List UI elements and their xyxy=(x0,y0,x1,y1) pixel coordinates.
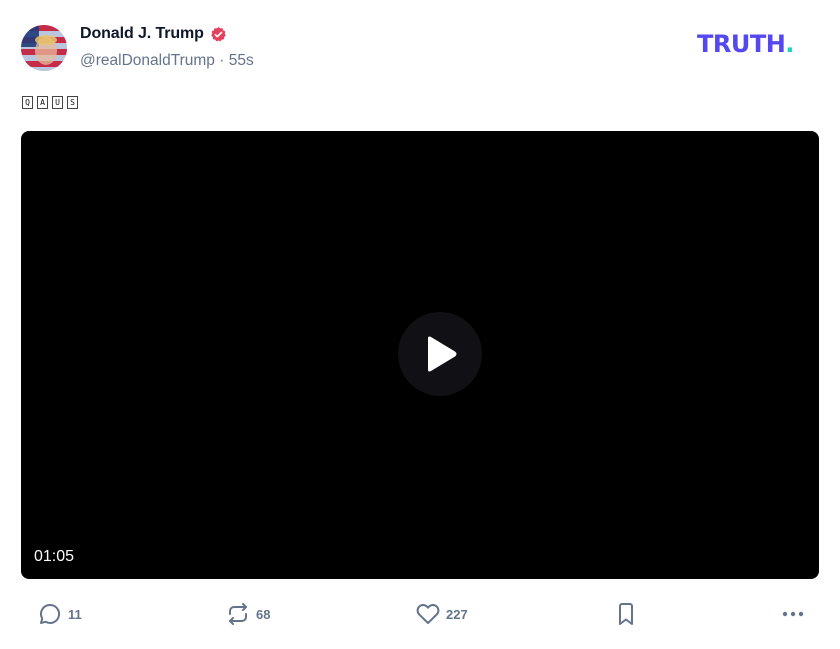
heart-icon xyxy=(416,604,440,624)
repost-icon xyxy=(229,603,247,625)
play-icon xyxy=(428,336,457,372)
more-options-button[interactable] xyxy=(781,601,805,627)
repost-button[interactable]: 68 xyxy=(226,601,270,627)
logo-dot: . xyxy=(785,30,794,58)
meta-separator: · xyxy=(219,52,225,69)
video-player[interactable]: 01:05 xyxy=(21,131,819,579)
bookmark-button[interactable] xyxy=(615,601,637,627)
post-glyph: A xyxy=(37,96,48,109)
like-button[interactable]: 227 xyxy=(416,601,468,627)
video-duration: 01:05 xyxy=(34,548,75,565)
reply-icon xyxy=(40,603,61,624)
post-text: Q A U S xyxy=(22,96,78,109)
author-name[interactable]: Donald J. Trump xyxy=(80,25,227,43)
more-icon xyxy=(782,611,804,617)
reply-button[interactable]: 11 xyxy=(38,601,82,627)
post-glyph: Q xyxy=(22,96,33,109)
author-handle[interactable]: @realDonaldTrump xyxy=(80,52,215,69)
like-count: 227 xyxy=(446,606,468,622)
author-name-text[interactable]: Donald J. Trump xyxy=(80,25,204,43)
post-glyph: S xyxy=(67,96,78,109)
bookmark-icon xyxy=(619,603,633,625)
post-glyph: U xyxy=(52,96,63,109)
post-meta: @realDonaldTrump · 55s xyxy=(80,52,254,70)
reply-count: 11 xyxy=(68,606,82,622)
play-button[interactable] xyxy=(398,312,482,396)
verified-badge-icon xyxy=(210,26,227,43)
repost-count: 68 xyxy=(256,606,271,622)
avatar[interactable] xyxy=(21,25,67,71)
post-timestamp[interactable]: 55s xyxy=(229,52,254,69)
logo-text: TRUTH xyxy=(697,30,786,58)
truth-social-logo[interactable]: TRUTH. xyxy=(697,32,794,56)
